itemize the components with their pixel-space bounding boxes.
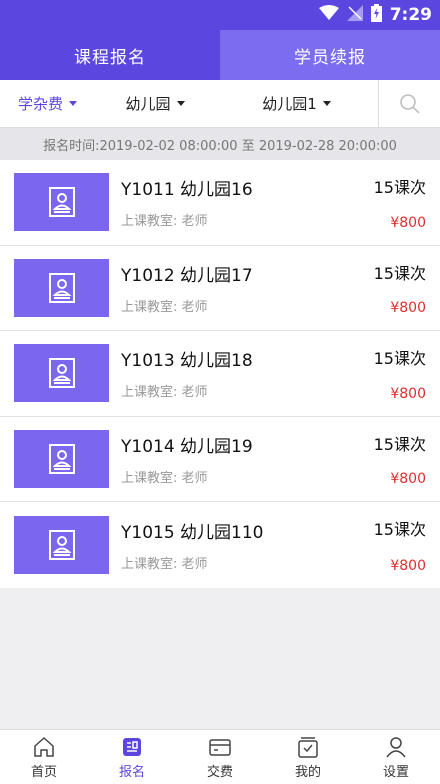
filter-class-label: 幼儿园1 xyxy=(262,95,317,113)
course-thumbnail xyxy=(14,344,109,403)
battery-icon xyxy=(370,4,382,26)
nav-payment[interactable]: 交费 xyxy=(176,730,264,784)
course-item[interactable]: Y1013 幼儿园18 上课教室: 老师 15课次 ¥800 xyxy=(0,331,440,417)
course-item[interactable]: Y1011 幼儿园16 上课教室: 老师 15课次 ¥800 xyxy=(0,160,440,246)
chevron-down-icon xyxy=(176,101,185,106)
profile-card-icon xyxy=(48,358,75,389)
person-icon xyxy=(386,736,406,757)
filter-school[interactable]: 幼儿园 xyxy=(95,93,215,114)
status-time: 7:29 xyxy=(389,5,432,25)
tab-student-renewal[interactable]: 学员续报 xyxy=(220,30,440,80)
filter-school-label: 幼儿园 xyxy=(125,95,171,113)
course-price: ¥800 xyxy=(390,300,426,316)
nav-settings-label: 设置 xyxy=(382,764,409,780)
search-icon xyxy=(399,93,420,114)
profile-card-icon xyxy=(48,443,75,474)
filter-bar: 学杂费 幼儿园 幼儿园1 xyxy=(0,79,440,128)
filter-class[interactable]: 幼儿园1 xyxy=(215,93,378,114)
filter-fee-type[interactable]: 学杂费 xyxy=(0,93,95,114)
lesson-count: 15课次 xyxy=(373,349,426,368)
nav-mine-label: 我的 xyxy=(294,764,321,780)
wallet-icon xyxy=(209,738,231,756)
course-list: Y1011 幼儿园16 上课教室: 老师 15课次 ¥800 Y1012 幼儿园… xyxy=(0,160,440,588)
profile-card-icon xyxy=(48,187,75,218)
chevron-down-icon xyxy=(322,101,331,106)
chevron-down-icon xyxy=(69,101,77,106)
lesson-count: 15课次 xyxy=(373,178,426,197)
course-item[interactable]: Y1015 幼儿园110 上课教室: 老师 15课次 ¥800 xyxy=(0,502,440,588)
course-price: ¥800 xyxy=(390,557,426,574)
signup-icon xyxy=(123,737,141,756)
profile-card-icon xyxy=(48,272,75,303)
nav-home-label: 首页 xyxy=(30,764,57,780)
nav-home[interactable]: 首页 xyxy=(0,730,88,784)
wifi-icon xyxy=(318,5,339,25)
top-tabs: 课程报名 学员续报 xyxy=(0,30,440,80)
home-icon xyxy=(34,736,54,757)
profile-card-icon xyxy=(48,529,75,560)
lesson-count: 15课次 xyxy=(373,263,426,283)
signal-icon xyxy=(346,5,363,25)
course-price: ¥800 xyxy=(390,471,426,487)
filter-fee-type-label: 学杂费 xyxy=(17,95,63,113)
course-thumbnail xyxy=(14,515,109,574)
lesson-count: 15课次 xyxy=(373,520,426,539)
course-price: ¥800 xyxy=(390,385,426,402)
course-item[interactable]: Y1014 幼儿园19 上课教室: 老师 15课次 ¥800 xyxy=(0,417,440,502)
course-thumbnail xyxy=(14,173,109,232)
signup-time-range: 报名时间:2019-02-02 08:00:00 至 2019-02-28 20… xyxy=(0,128,440,160)
tab-course-signup[interactable]: 课程报名 xyxy=(0,30,220,80)
nav-settings[interactable]: 设置 xyxy=(352,730,440,784)
status-bar: 7:29 xyxy=(0,0,440,30)
nav-signup[interactable]: 报名 xyxy=(88,730,176,784)
search-button[interactable] xyxy=(378,79,440,128)
course-price: ¥800 xyxy=(390,214,426,231)
nav-mine[interactable]: 我的 xyxy=(264,730,352,784)
nav-payment-label: 交费 xyxy=(206,764,233,780)
course-thumbnail xyxy=(14,429,109,488)
bottom-nav: 首页 报名 交费 我的 设置 xyxy=(0,729,440,784)
course-thumbnail xyxy=(14,258,109,317)
nav-signup-label: 报名 xyxy=(118,764,145,780)
lesson-count: 15课次 xyxy=(373,434,426,454)
course-item[interactable]: Y1012 幼儿园17 上课教室: 老师 15课次 ¥800 xyxy=(0,246,440,331)
mine-icon xyxy=(298,736,318,758)
